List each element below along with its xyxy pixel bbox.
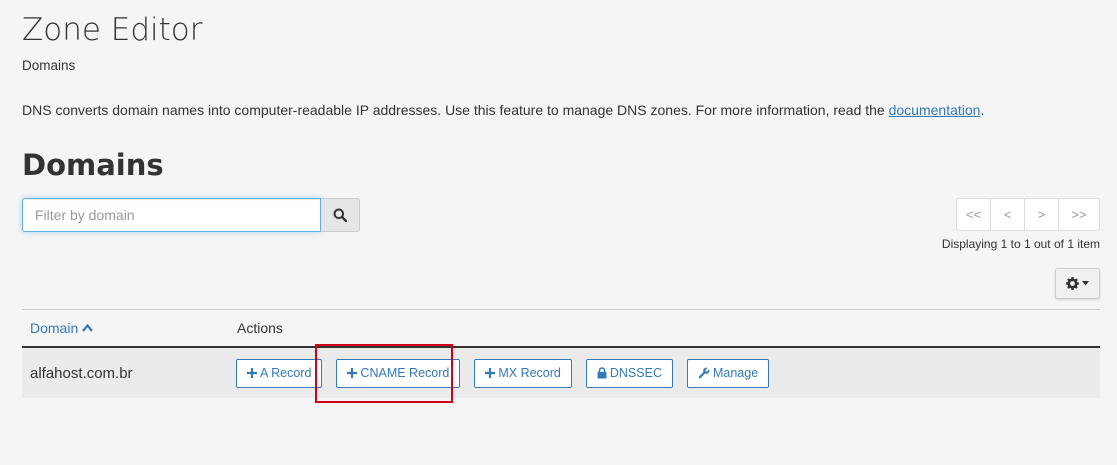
- domain-cell: alfahost.com.br: [30, 364, 133, 382]
- dnssec-label: DNSSEC: [609, 366, 662, 380]
- section-title: Domains: [22, 148, 164, 182]
- search-icon: [333, 208, 347, 222]
- wrench-icon: [698, 367, 710, 379]
- domain-column-header[interactable]: Domain: [22, 320, 237, 336]
- description-text: DNS converts domain names into computer-…: [22, 102, 889, 118]
- add-cname-record-label: CNAME Record: [360, 366, 450, 380]
- lock-icon: [597, 367, 607, 379]
- plus-icon: [347, 368, 358, 378]
- sort-ascending-icon: [82, 324, 94, 332]
- actions-column-header: Actions: [237, 320, 283, 336]
- add-a-record-label: A Record: [260, 366, 312, 380]
- plus-icon: [485, 368, 496, 378]
- next-page-button[interactable]: >: [1024, 198, 1059, 231]
- documentation-link[interactable]: documentation: [889, 102, 981, 118]
- domain-filter-group: [22, 198, 360, 232]
- add-cname-record-button[interactable]: CNAME Record: [336, 358, 461, 388]
- caret-down-icon: [1082, 281, 1089, 286]
- row-actions: A Record CNAME Record MX Record DNSSEC M…: [228, 358, 770, 388]
- plus-icon: [247, 368, 257, 378]
- add-mx-record-label: MX Record: [498, 366, 561, 380]
- pagination-status: Displaying 1 to 1 out of 1 item: [941, 237, 1100, 251]
- add-a-record-button[interactable]: A Record: [236, 358, 323, 388]
- page-description: DNS converts domain names into computer-…: [22, 102, 984, 118]
- search-button[interactable]: [321, 198, 360, 232]
- domain-filter-input[interactable]: [22, 198, 321, 232]
- domain-column-label: Domain: [30, 320, 79, 336]
- last-page-button[interactable]: >>: [1058, 198, 1100, 231]
- pagination: << < > >>: [956, 198, 1100, 231]
- table-row: alfahost.com.br A Record CNAME Record MX…: [22, 348, 1100, 398]
- manage-button[interactable]: Manage: [686, 358, 770, 388]
- add-mx-record-button[interactable]: MX Record: [474, 358, 572, 388]
- prev-page-button[interactable]: <: [990, 198, 1025, 231]
- dnssec-button[interactable]: DNSSEC: [585, 358, 673, 388]
- gear-icon: [1066, 277, 1079, 290]
- settings-dropdown-button[interactable]: [1055, 268, 1100, 299]
- manage-label: Manage: [712, 366, 759, 380]
- breadcrumb: Domains: [22, 58, 76, 73]
- description-suffix: .: [980, 102, 985, 118]
- table-header: Domain Actions: [22, 309, 1100, 348]
- first-page-button[interactable]: <<: [956, 198, 991, 231]
- page-title: Zone Editor: [22, 12, 203, 48]
- domains-table: Domain Actions alfahost.com.br A Record …: [22, 309, 1100, 398]
